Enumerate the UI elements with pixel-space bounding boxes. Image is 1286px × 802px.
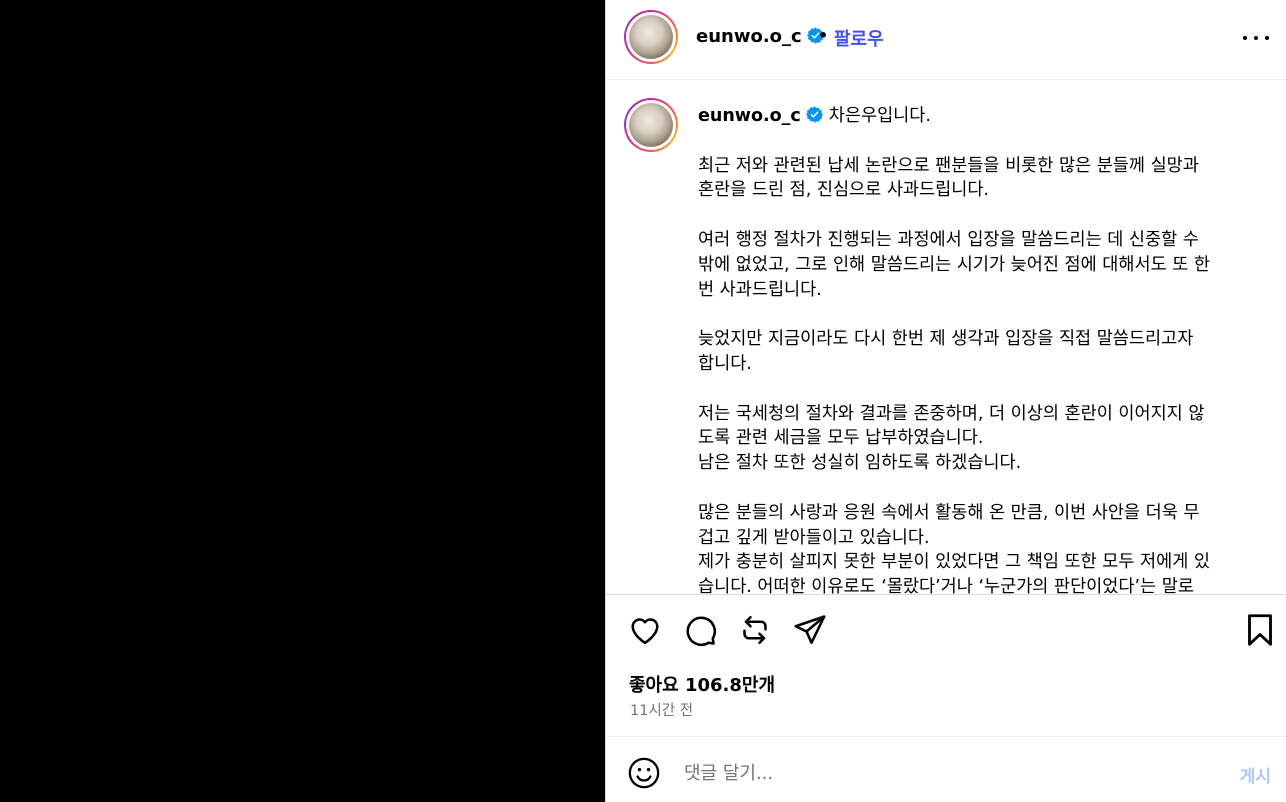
emoji-icon[interactable] <box>627 756 661 790</box>
verified-badge-icon <box>805 106 823 123</box>
post-media-area <box>0 0 605 802</box>
caption-author-avatar[interactable] <box>624 98 678 152</box>
post-detail-panel: eunwo.o_c • 팔로우 eunwo.o_c 차은우입니다. 최근 저와 관… <box>605 0 1286 802</box>
post-header: eunwo.o_c • 팔로우 <box>606 0 1286 80</box>
caption-paragraph: 많은 분들의 사랑과 응원 속에서 활동해 온 만큼, 이번 사안을 더욱 무 … <box>698 502 1210 594</box>
more-options-icon[interactable] <box>1243 25 1269 51</box>
caption-username[interactable]: eunwo.o_c <box>698 106 801 126</box>
caption-scroll-area[interactable]: eunwo.o_c 차은우입니다. 최근 저와 관련된 납세 논란으로 팬분들을 … <box>606 81 1286 594</box>
caption-paragraph: 여러 행정 절차가 진행되는 과정에서 입장을 말씀드리는 데 신중할 수 밖에… <box>698 229 1210 300</box>
comment-input[interactable] <box>684 759 1204 787</box>
comment-icon[interactable] <box>682 612 718 648</box>
like-count[interactable]: 좋아요 106.8만개 <box>629 671 775 697</box>
bookmark-icon[interactable] <box>1242 612 1278 648</box>
post-timestamp[interactable]: 11시간 전 <box>630 699 693 720</box>
author-avatar[interactable] <box>624 10 678 64</box>
author-username[interactable]: eunwo.o_c <box>696 26 824 47</box>
caption-intro: 차은우입니다. <box>828 106 931 126</box>
heart-icon[interactable] <box>627 612 663 648</box>
post-caption: eunwo.o_c 차은우입니다. 최근 저와 관련된 납세 논란으로 팬분들을 … <box>698 104 1268 594</box>
share-icon[interactable] <box>792 612 828 648</box>
repost-icon[interactable] <box>737 612 773 648</box>
follow-button[interactable]: 팔로우 <box>834 25 884 51</box>
comment-bar: 게시 <box>606 737 1286 802</box>
caption-paragraph: 최근 저와 관련된 납세 논란으로 팬분들을 비롯한 많은 분들께 실망과 혼란… <box>698 155 1199 201</box>
header-separator: • <box>818 26 829 45</box>
post-comment-button[interactable]: 게시 <box>1240 762 1271 787</box>
caption-paragraph: 저는 국세청의 절차와 결과를 존중하며, 더 이상의 혼란이 이어지지 않 도… <box>698 403 1205 474</box>
caption-paragraph: 늦었지만 지금이라도 다시 한번 제 생각과 입장을 직접 말씀드리고자 합니다… <box>698 329 1194 374</box>
post-actions: 좋아요 106.8만개 11시간 전 <box>606 594 1286 737</box>
